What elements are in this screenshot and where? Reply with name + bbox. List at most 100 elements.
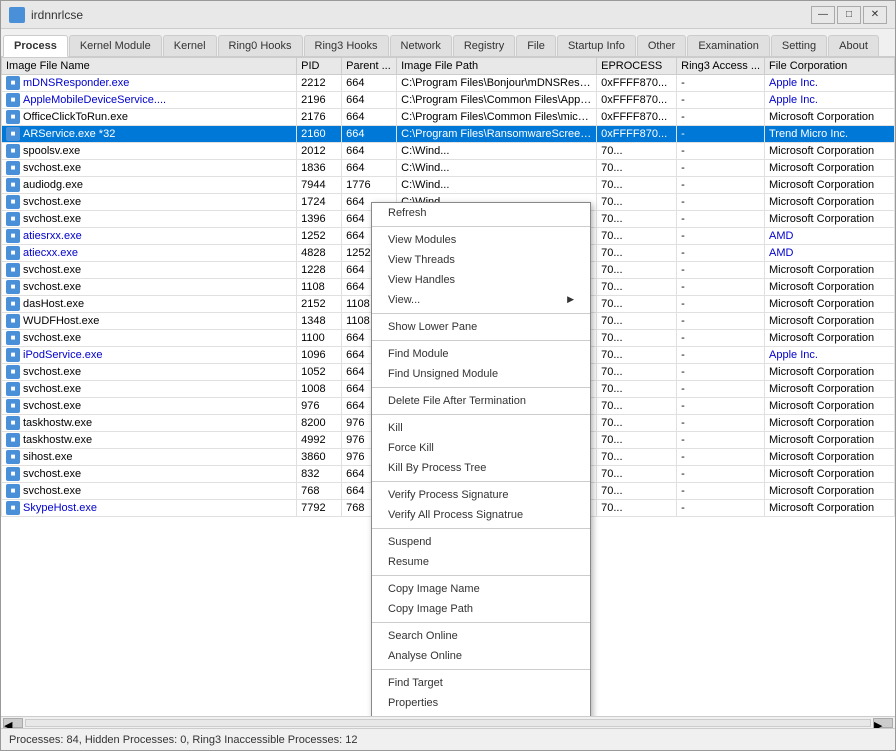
ctx-separator [372, 313, 590, 314]
ctx-item-resume[interactable]: Resume [372, 552, 590, 572]
ctx-item-view-handles[interactable]: View Handles [372, 270, 590, 290]
ctx-item-find-module[interactable]: Find Module [372, 344, 590, 364]
tab-file[interactable]: File [516, 35, 556, 56]
cell-corp: Microsoft Corporation [765, 415, 895, 432]
cell-parent: 1776 [342, 177, 397, 194]
main-window: irdnnrlcse — □ ✕ ProcessKernel ModuleKer… [0, 0, 896, 751]
ctx-item-verify-all[interactable]: Verify All Process Signatrue [372, 505, 590, 525]
cell-pid: 1108 [297, 279, 342, 296]
table-row[interactable]: ■ARService.exe *322160664C:\Program File… [2, 126, 895, 143]
process-icon: ■ [6, 93, 20, 107]
tab-ring3-hooks[interactable]: Ring3 Hooks [304, 35, 389, 56]
cell-eprocess: 70... [597, 211, 677, 228]
cell-pid: 2152 [297, 296, 342, 313]
ctx-item-view-threads[interactable]: View Threads [372, 250, 590, 270]
col-path[interactable]: Image File Path [397, 58, 597, 75]
ctx-item-show-lower-pane[interactable]: Show Lower Pane [372, 317, 590, 337]
cell-corp: Microsoft Corporation [765, 330, 895, 347]
cell-ring3: - [677, 92, 765, 109]
table-row[interactable]: ■OfficeClickToRun.exe2176664C:\Program F… [2, 109, 895, 126]
tab-setting[interactable]: Setting [771, 35, 827, 56]
cell-corp: Microsoft Corporation [765, 432, 895, 449]
cell-pid: 1052 [297, 364, 342, 381]
tab-about[interactable]: About [828, 35, 879, 56]
minimize-button[interactable]: — [811, 6, 835, 24]
tab-kernel[interactable]: Kernel [163, 35, 217, 56]
cell-corp: Microsoft Corporation [765, 466, 895, 483]
col-eprocess[interactable]: EPROCESS [597, 58, 677, 75]
ctx-item-kill-by-tree[interactable]: Kill By Process Tree [372, 458, 590, 478]
col-pid[interactable]: PID [297, 58, 342, 75]
ctx-item-find-unsigned-module[interactable]: Find Unsigned Module [372, 364, 590, 384]
cell-ring3: - [677, 432, 765, 449]
table-row[interactable]: ■audiodg.exe79441776C:\Wind...70...-Micr… [2, 177, 895, 194]
process-name: atiecxx.exe [23, 247, 78, 259]
col-name[interactable]: Image File Name [2, 58, 297, 75]
scroll-left-btn[interactable]: ◀ [3, 718, 23, 728]
cell-eprocess: 0xFFFF870... [597, 126, 677, 143]
cell-eprocess: 70... [597, 449, 677, 466]
scroll-right-btn[interactable]: ▶ [873, 718, 893, 728]
process-name: svchost.exe [23, 485, 81, 497]
tab-registry[interactable]: Registry [453, 35, 515, 56]
cell-pid: 1396 [297, 211, 342, 228]
status-text: Processes: 84, Hidden Processes: 0, Ring… [9, 734, 358, 746]
col-ring3[interactable]: Ring3 Access ... [677, 58, 765, 75]
ctx-item-force-kill[interactable]: Force Kill [372, 438, 590, 458]
ctx-item-kill[interactable]: Kill [372, 418, 590, 438]
process-icon: ■ [6, 127, 20, 141]
cell-pid: 2196 [297, 92, 342, 109]
ctx-item-delete-file[interactable]: Delete File After Termination [372, 391, 590, 411]
close-button[interactable]: ✕ [863, 6, 887, 24]
tab-process[interactable]: Process [3, 35, 68, 57]
process-name: svchost.exe [23, 264, 81, 276]
tab-bar: ProcessKernel ModuleKernelRing0 HooksRin… [1, 29, 895, 57]
process-icon: ■ [6, 399, 20, 413]
ctx-item-verify-sig[interactable]: Verify Process Signature [372, 485, 590, 505]
title-bar: irdnnrlcse — □ ✕ [1, 1, 895, 29]
cell-parent: 664 [342, 126, 397, 143]
cell-eprocess: 70... [597, 432, 677, 449]
cell-pid: 4828 [297, 245, 342, 262]
cell-eprocess: 70... [597, 143, 677, 160]
table-row[interactable]: ■spoolsv.exe2012664C:\Wind...70...-Micro… [2, 143, 895, 160]
tab-startup-info[interactable]: Startup Info [557, 35, 636, 56]
table-row[interactable]: ■svchost.exe1836664C:\Wind...70...-Micro… [2, 160, 895, 177]
cell-parent: 664 [342, 109, 397, 126]
process-icon: ■ [6, 195, 20, 209]
ctx-item-copy-image-name[interactable]: Copy Image Name [372, 579, 590, 599]
ctx-item-refresh[interactable]: Refresh [372, 203, 590, 223]
ctx-item-suspend[interactable]: Suspend [372, 532, 590, 552]
table-row[interactable]: ■mDNSResponder.exe2212664C:\Program File… [2, 75, 895, 92]
table-row[interactable]: ■AppleMobileDeviceService....2196664C:\P… [2, 92, 895, 109]
tab-ring0-hooks[interactable]: Ring0 Hooks [218, 35, 303, 56]
cell-ring3: - [677, 449, 765, 466]
ctx-item-view-modules[interactable]: View Modules [372, 230, 590, 250]
ctx-item-copy-image-path[interactable]: Copy Image Path [372, 599, 590, 619]
cell-corp: Microsoft Corporation [765, 177, 895, 194]
process-icon: ■ [6, 263, 20, 277]
ctx-item-analyse-online[interactable]: Analyse Online [372, 646, 590, 666]
process-name: taskhostw.exe [23, 434, 92, 446]
cell-corp: Microsoft Corporation [765, 313, 895, 330]
ctx-item-find-target[interactable]: Find Target [372, 673, 590, 693]
col-corp[interactable]: File Corporation [765, 58, 895, 75]
cell-eprocess: 70... [597, 347, 677, 364]
tab-kernel-module[interactable]: Kernel Module [69, 35, 162, 56]
col-parent[interactable]: Parent ... [342, 58, 397, 75]
tab-examination[interactable]: Examination [687, 35, 770, 56]
horizontal-scrollbar[interactable]: ◀ ▶ [1, 716, 895, 728]
tab-network[interactable]: Network [390, 35, 452, 56]
scroll-track[interactable] [25, 719, 871, 727]
maximize-button[interactable]: □ [837, 6, 861, 24]
ctx-item-properties[interactable]: Properties [372, 693, 590, 713]
cell-ring3: - [677, 466, 765, 483]
cell-corp: Trend Micro Inc. [765, 126, 895, 143]
process-table-container[interactable]: Image File Name PID Parent ... Image Fil… [1, 57, 895, 716]
ctx-item-search-online[interactable]: Search Online [372, 626, 590, 646]
cell-ring3: - [677, 279, 765, 296]
tab-other[interactable]: Other [637, 35, 687, 56]
process-icon: ■ [6, 76, 20, 90]
ctx-item-view[interactable]: View... [372, 290, 590, 310]
process-name: ARService.exe *32 [23, 128, 115, 140]
